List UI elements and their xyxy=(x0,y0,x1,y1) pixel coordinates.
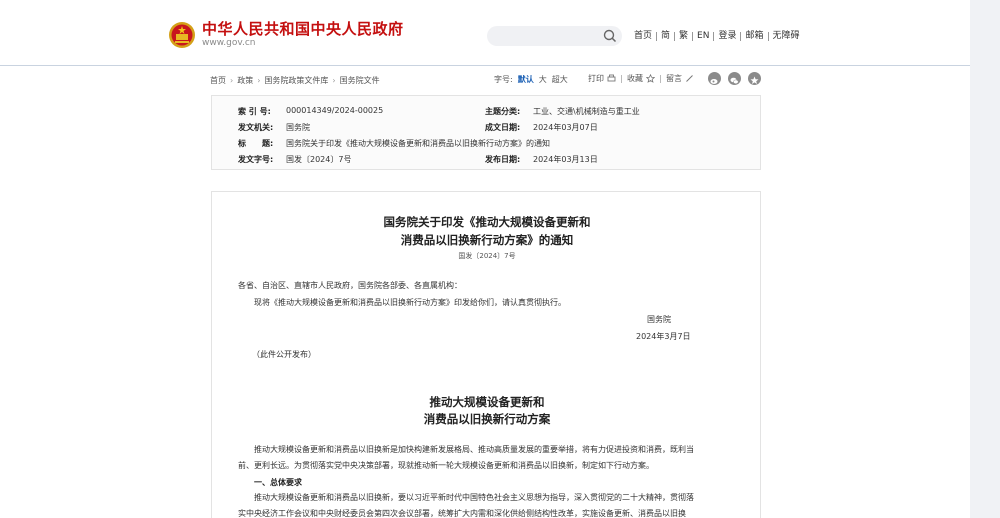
more-share-icon[interactable] xyxy=(748,72,761,85)
nav-login[interactable]: 登录 xyxy=(714,31,740,42)
disclosure-note: （此件公开发布） xyxy=(252,350,316,359)
chevron-right-icon: › xyxy=(332,75,336,85)
breadcrumb-policy-library[interactable]: 国务院政策文件库 xyxy=(264,75,328,86)
plan-title-line1: 推动大规模设备更新和 xyxy=(429,395,545,409)
font-size-xlarge[interactable]: 超大 xyxy=(552,74,568,85)
wechat-icon[interactable] xyxy=(728,72,741,85)
article-title-line2: 消费品以旧换新行动方案》的通知 xyxy=(400,233,574,247)
comment-button[interactable]: 留言 xyxy=(666,73,682,84)
info-row-date: 成文日期: 2024年03月07日 xyxy=(485,123,598,132)
top-nav: 首页 简 繁 EN 登录 邮箱 无障碍 xyxy=(630,31,804,42)
nav-accessibility[interactable]: 无障碍 xyxy=(769,31,804,42)
chevron-right-icon: › xyxy=(230,75,234,85)
article-title-line1: 国务院关于印发《推动大规模设备更新和 xyxy=(383,215,591,229)
print-icon[interactable] xyxy=(607,74,616,83)
font-size-label: 字号: xyxy=(494,75,513,84)
info-row-title: 标 题: 国务院关于印发《推动大规模设备更新和消费品以旧换新行动方案》的通知 xyxy=(238,139,550,148)
breadcrumb-state-council-docs[interactable]: 国务院文件 xyxy=(340,75,380,86)
page: 中华人民共和国中央人民政府 www.gov.cn 首页 简 繁 EN 登录 邮箱… xyxy=(0,0,970,518)
section1-line2: 实中央经济工作会议和中央财经委员会第四次会议部署，统筹扩大内需和深化供给侧结构性… xyxy=(238,509,686,518)
chevron-right-icon: › xyxy=(257,75,261,85)
nav-home[interactable]: 首页 xyxy=(630,31,656,42)
sign-date: 2024年3月7日 xyxy=(636,332,691,341)
print-button[interactable]: 打印 xyxy=(588,73,604,84)
star-icon[interactable] xyxy=(646,74,655,83)
info-row-pubdate: 发布日期: 2024年03月13日 xyxy=(485,155,598,164)
nav-english[interactable]: EN xyxy=(693,31,713,42)
nav-simplified[interactable]: 简 xyxy=(657,31,674,42)
site-logo[interactable]: 中华人民共和国中央人民政府 www.gov.cn xyxy=(168,20,404,49)
section-heading-1: 一、总体要求 xyxy=(254,478,302,487)
info-row-docno: 发文字号: 国发〔2024〕7号 xyxy=(238,155,352,164)
site-header: 中华人民共和国中央人民政府 www.gov.cn 首页 简 繁 EN 登录 邮箱… xyxy=(0,0,970,66)
breadcrumb-policy[interactable]: 政策 xyxy=(237,75,253,86)
font-size-switcher: 字号: 默认 大 超大 xyxy=(494,74,573,85)
site-name: 中华人民共和国中央人民政府 xyxy=(202,20,404,38)
article-doc-number: 国发〔2024〕7号 xyxy=(458,252,516,260)
info-row-issuer: 发文机关: 国务院 xyxy=(238,123,310,132)
favorite-button[interactable]: 收藏 xyxy=(627,73,643,84)
page-tools: 打印 收藏 留言 xyxy=(588,73,694,84)
intro-line1: 推动大规模设备更新和消费品以旧换新是加快构建新发展格局、推动高质量发展的重要举措… xyxy=(254,445,694,454)
national-emblem-icon xyxy=(168,21,196,49)
nav-traditional[interactable]: 繁 xyxy=(675,31,692,42)
weibo-icon[interactable] xyxy=(708,72,721,85)
plan-title-line2: 消费品以旧换新行动方案 xyxy=(423,412,551,426)
salutation: 各省、自治区、直辖市人民政府，国务院各部委、各直属机构： xyxy=(238,281,462,290)
scrollbar-track[interactable] xyxy=(970,0,1000,518)
nav-mail[interactable]: 邮箱 xyxy=(741,31,767,42)
info-row-index: 索 引 号: 000014349/2024-00025 xyxy=(238,106,384,116)
search-input[interactable] xyxy=(487,26,622,46)
pencil-icon[interactable] xyxy=(685,74,694,83)
share-buttons xyxy=(708,72,768,85)
info-row-topic: 主题分类: 工业、交通\机械制造与重工业 xyxy=(485,107,640,116)
search-icon[interactable] xyxy=(603,29,617,43)
document-info-table: 索 引 号: 000014349/2024-00025 主题分类: 工业、交通\… xyxy=(211,95,761,170)
signer: 国务院 xyxy=(647,315,671,324)
section1-line1: 推动大规模设备更新和消费品以旧换新，要以习近平新时代中国特色社会主义思想为指导，… xyxy=(254,493,694,502)
site-url: www.gov.cn xyxy=(202,38,256,48)
notice-body: 现将《推动大规模设备更新和消费品以旧换新行动方案》印发给你们，请认真贯彻执行。 xyxy=(254,298,566,307)
intro-line2: 前、更利长远。为贯彻落实党中央决策部署，现就推动新一轮大规模设备更新和消费品以旧… xyxy=(238,461,654,470)
article-body: 国务院关于印发《推动大规模设备更新和 消费品以旧换新行动方案》的通知 国发〔20… xyxy=(211,191,761,518)
font-size-large[interactable]: 大 xyxy=(539,74,547,85)
breadcrumb-home[interactable]: 首页 xyxy=(210,75,226,86)
font-size-default[interactable]: 默认 xyxy=(518,74,534,85)
